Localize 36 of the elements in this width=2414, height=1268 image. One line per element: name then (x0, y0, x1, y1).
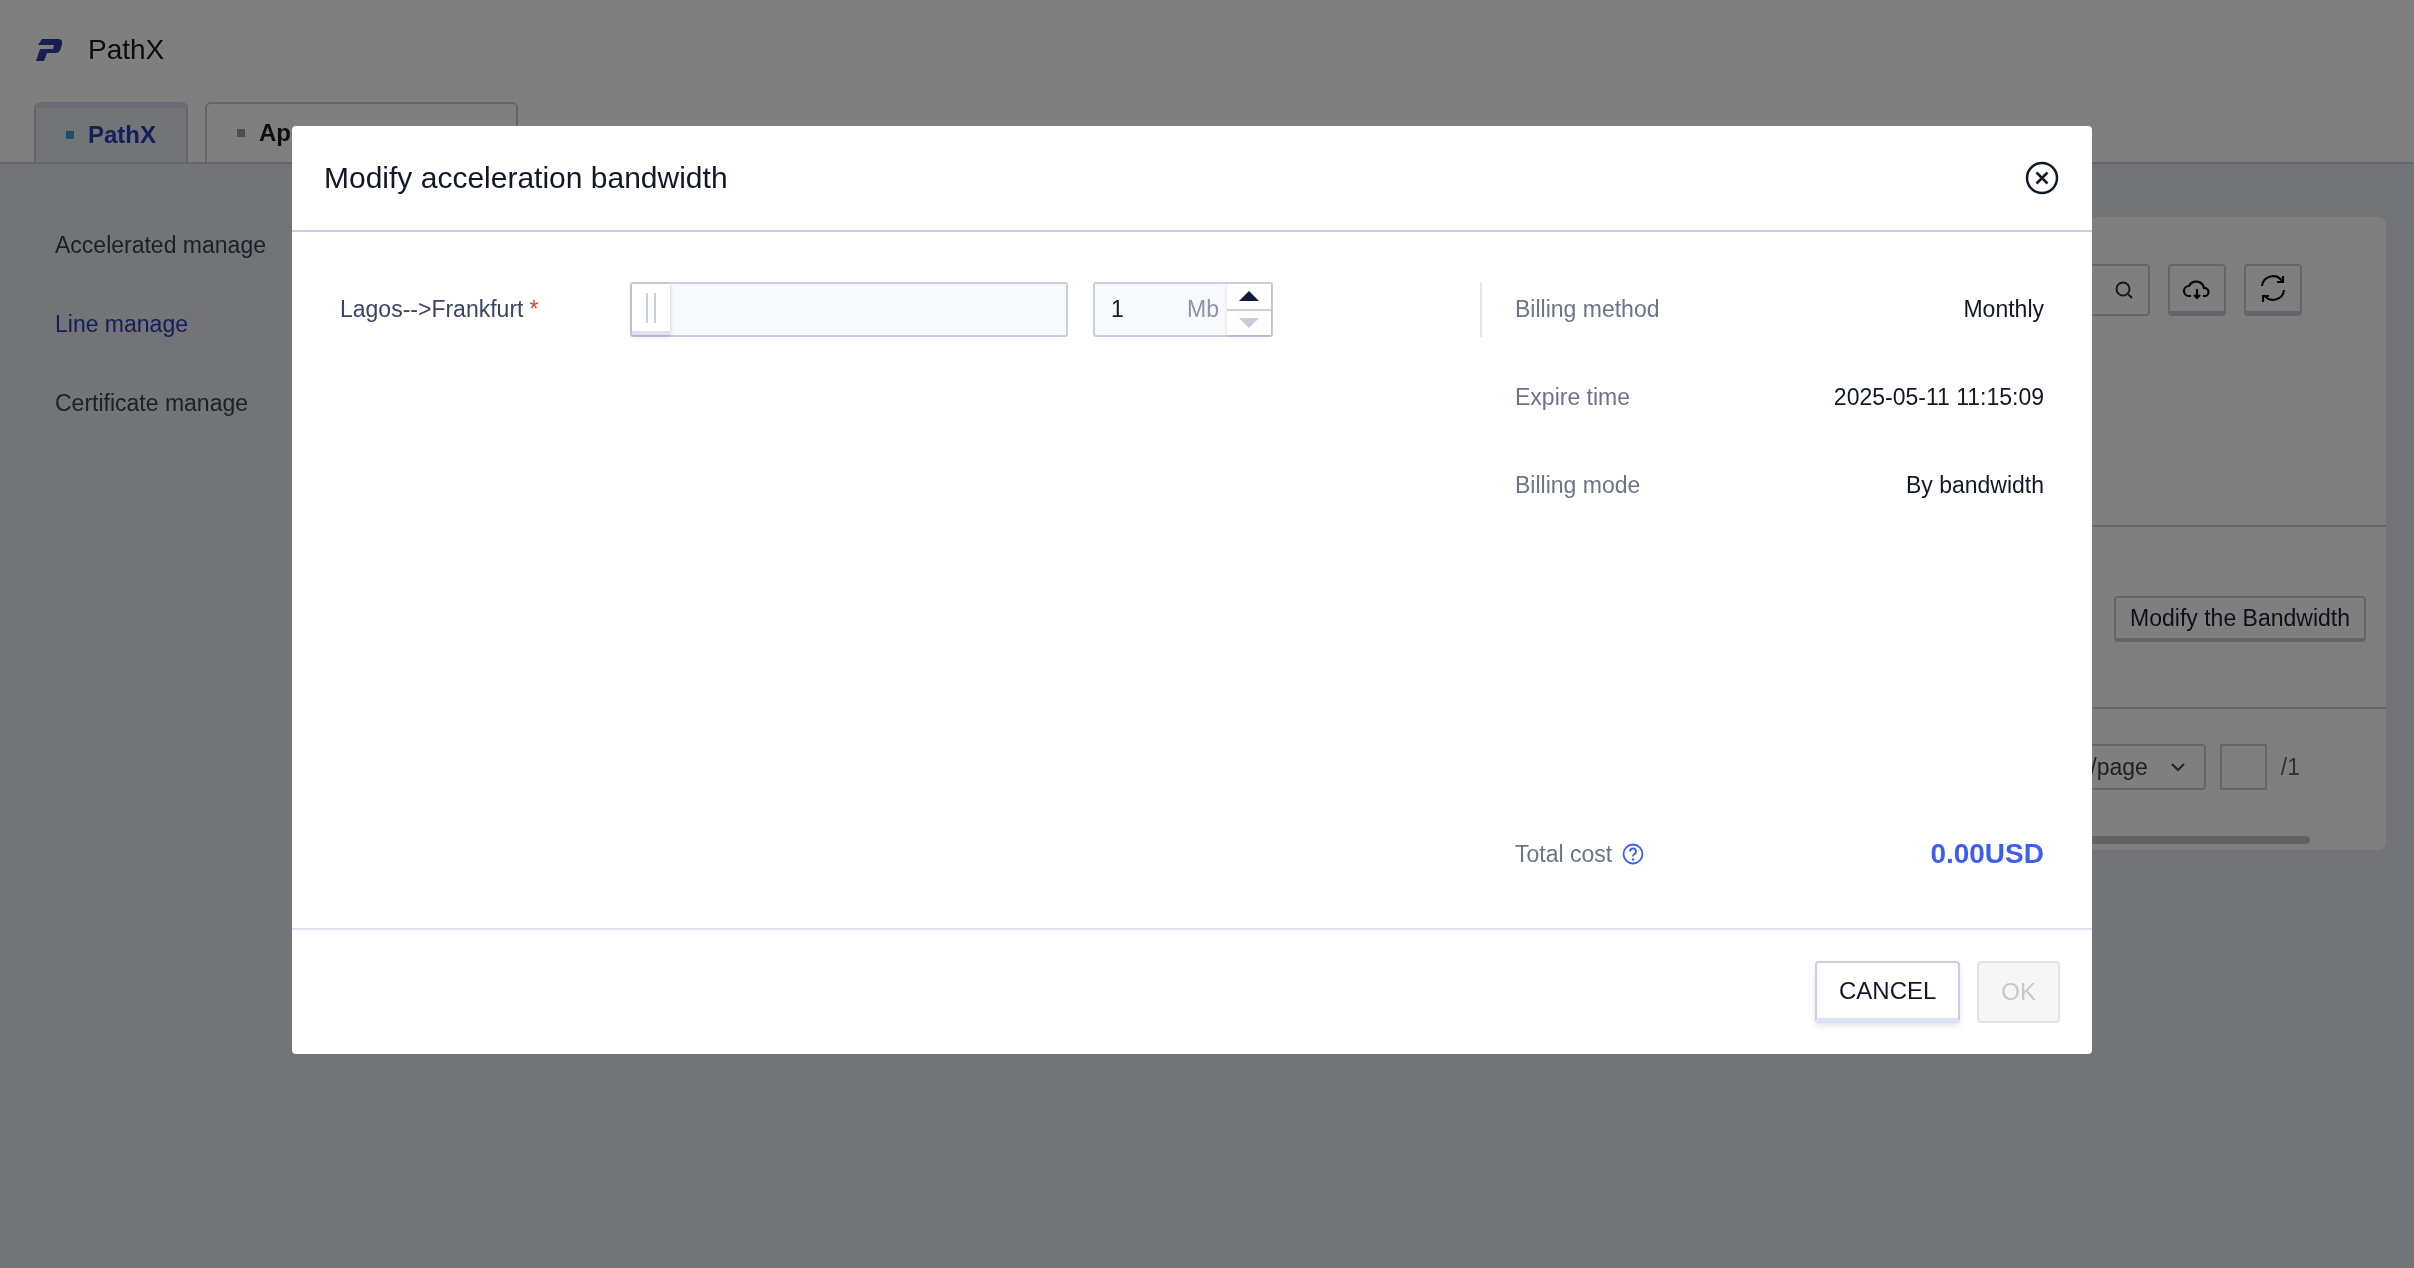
slider-track[interactable] (630, 282, 1068, 337)
cancel-button[interactable]: CANCEL (1814, 961, 1961, 1023)
download-button[interactable] (2168, 264, 2226, 316)
logo-icon (36, 39, 62, 61)
required-mark: * (529, 296, 539, 323)
sidebar-item[interactable]: Accelerated manage (0, 232, 292, 259)
unit-label: Mb (1187, 295, 1220, 324)
refresh-icon (2258, 273, 2288, 304)
page-total: /1 (2280, 753, 2300, 781)
refresh-button[interactable] (2244, 264, 2302, 316)
search-icon (2114, 280, 2134, 300)
page-number-field[interactable] (2219, 744, 2267, 790)
detail-label: Expire time (1515, 384, 1631, 411)
bandwidth-value: 1 (1110, 295, 1125, 324)
detail-label: Billing mode (1515, 472, 1641, 499)
sidebar-item[interactable]: Certificate manage (0, 390, 292, 417)
close-button[interactable] (2024, 160, 2060, 196)
detail-value: 2025-05-11 11:15:09 (1833, 384, 2044, 411)
detail-value: Monthly (1963, 296, 2044, 323)
page-size-text: /page (2090, 753, 2148, 781)
total-label: Total cost (1515, 840, 1613, 868)
increment-button[interactable] (1227, 284, 1271, 311)
sidebar-item[interactable]: Line manage (0, 311, 292, 338)
app-title: PathX (88, 34, 165, 66)
modify-bandwidth-button[interactable]: Modify the Bandwidth (2114, 596, 2366, 642)
tab[interactable]: PathX (34, 102, 188, 162)
chevron-down-icon (2169, 762, 2186, 772)
close-icon (2024, 160, 2060, 196)
slider-handle[interactable] (632, 284, 670, 335)
route-label: Lagos-->Frankfurt (340, 296, 524, 323)
total-cost: 0.00USD (1930, 838, 2044, 870)
dialog-title: Modify acceleration bandwidth (324, 161, 728, 195)
bandwidth-field[interactable]: 1 Mb (1093, 282, 1273, 337)
detail-label: Billing method (1515, 296, 1660, 323)
help-icon (1622, 843, 1645, 865)
detail-value: By bandwidth (1905, 472, 2044, 499)
